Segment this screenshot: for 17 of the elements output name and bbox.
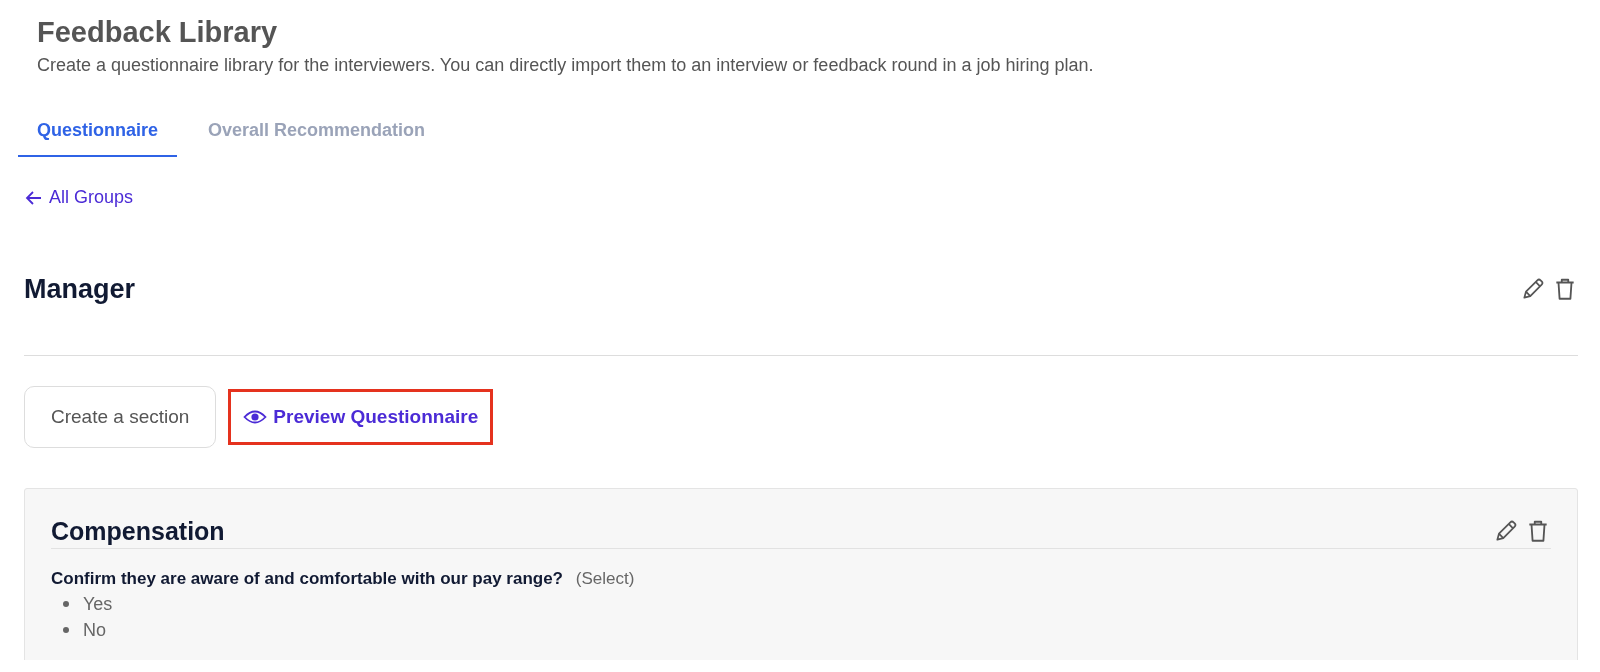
edit-icon[interactable] xyxy=(1520,276,1546,302)
question-type: (Select) xyxy=(575,568,635,588)
option-item: Yes xyxy=(83,592,113,616)
edit-icon[interactable] xyxy=(1493,518,1519,544)
page-subtitle: Create a questionnaire library for the interviewers. You can directly import them to an interview or feedback round in a job hiring plan. xyxy=(37,55,1095,76)
bullet-icon xyxy=(63,626,69,633)
eye-icon xyxy=(243,408,268,425)
bullet-icon xyxy=(63,600,69,607)
group-title: Manager xyxy=(24,273,136,305)
create-section-button[interactable]: Create a section xyxy=(24,385,217,448)
preview-link[interactable]: Preview Questionnaire xyxy=(228,388,494,445)
section-title: Compensation xyxy=(51,516,225,546)
page-title: Feedback Library xyxy=(37,16,279,49)
question-text: Confirm they are aware of and comfortable with our pay range? xyxy=(51,568,563,588)
back-link[interactable]: All Groups xyxy=(24,187,134,208)
tab[interactable]: Questionnaire xyxy=(18,114,178,157)
option-item: No xyxy=(83,618,106,642)
